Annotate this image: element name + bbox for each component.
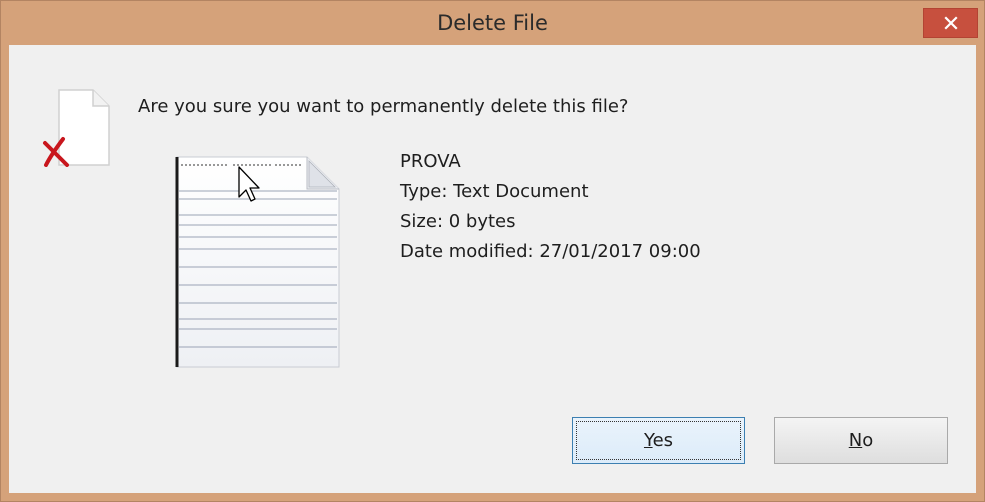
title-bar[interactable]: Delete File — [1, 1, 984, 45]
dialog-body: Are you sure you want to permanently del… — [9, 45, 976, 493]
text-document-icon — [175, 156, 340, 368]
close-button[interactable] — [923, 8, 978, 38]
delete-file-icon — [43, 89, 110, 167]
file-size: Size: 0 bytes — [400, 211, 516, 232]
close-icon — [943, 16, 958, 30]
confirmation-question: Are you sure you want to permanently del… — [138, 96, 629, 117]
no-label: No — [848, 430, 874, 451]
yes-button[interactable]: Yes — [572, 417, 745, 464]
file-name: PROVA — [400, 151, 461, 172]
dialog-title: Delete File — [437, 11, 548, 35]
delete-file-dialog: Delete File Are you sure you want to per… — [0, 0, 985, 502]
file-type: Type: Text Document — [400, 181, 589, 202]
file-details: PROVA Type: Text Document Size: 0 bytes … — [400, 147, 701, 267]
no-button[interactable]: No — [774, 417, 948, 464]
focus-rectangle — [576, 421, 741, 460]
file-date-modified: Date modified: 27/01/2017 09:00 — [400, 241, 701, 262]
